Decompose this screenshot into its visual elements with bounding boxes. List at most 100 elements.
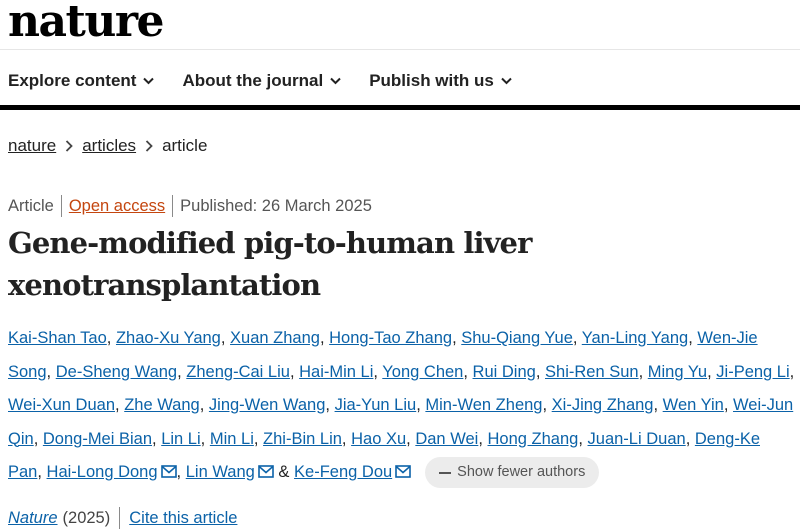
nav-item-label: Publish with us bbox=[369, 71, 494, 90]
author-link[interactable]: Shi-Ren Sun bbox=[545, 363, 639, 381]
published-date: Published: 26 March 2025 bbox=[180, 196, 372, 215]
author-separator: , bbox=[723, 396, 729, 414]
author-separator: , bbox=[373, 362, 378, 381]
nav-publish-with-us[interactable]: Publish with us bbox=[369, 71, 512, 91]
author-list: Kai-Shan Tao, Zhao-Xu Yang, Xuan Zhang, … bbox=[8, 322, 798, 491]
author-separator: , bbox=[406, 429, 411, 448]
author-link[interactable]: Hai-Long Dong bbox=[47, 463, 158, 481]
author-separator: , bbox=[478, 429, 483, 448]
article-title: Gene-modified pig-to-human liver xenotra… bbox=[8, 226, 532, 302]
author-separator: , bbox=[341, 429, 347, 448]
author-link[interactable]: Zhi-Bin Lin bbox=[263, 430, 342, 448]
author-link[interactable]: Ke-Feng Dou bbox=[294, 463, 392, 481]
envelope-icon[interactable] bbox=[160, 457, 177, 491]
chevron-down-icon bbox=[143, 77, 155, 85]
nav-explore-content[interactable]: Explore content bbox=[8, 71, 155, 91]
author-separator: , bbox=[33, 429, 39, 448]
author-separator: , bbox=[220, 329, 226, 347]
chevron-down-icon bbox=[501, 77, 512, 85]
show-fewer-label: Show fewer authors bbox=[457, 463, 586, 480]
author-link[interactable]: Kai-Shan Tao bbox=[8, 329, 107, 347]
breadcrumb-link-nature[interactable]: nature bbox=[8, 136, 56, 156]
show-fewer-authors-button[interactable]: Show fewer authors bbox=[425, 457, 600, 489]
breadcrumb-current: article bbox=[162, 136, 208, 155]
author-separator: , bbox=[152, 429, 157, 448]
author-separator: , bbox=[319, 329, 325, 347]
author-link[interactable]: Jing-Wen Wang bbox=[209, 396, 325, 414]
citation-divider bbox=[119, 507, 121, 529]
citation-bar: Nature (2025) Cite this article bbox=[8, 507, 237, 529]
cite-this-article-link[interactable]: Cite this article bbox=[129, 509, 237, 528]
author-link[interactable]: Zhe Wang bbox=[124, 396, 200, 414]
breadcrumb-link-articles[interactable]: articles bbox=[82, 136, 136, 156]
nature-logo[interactable]: nature bbox=[8, 0, 165, 50]
author-link[interactable]: Ji-Peng Li bbox=[716, 363, 789, 381]
author-link[interactable]: Jia-Yun Liu bbox=[335, 396, 417, 414]
author-separator: , bbox=[653, 396, 659, 414]
chevron-right-icon bbox=[65, 140, 73, 152]
author-separator: , bbox=[176, 463, 182, 481]
author-link[interactable]: Wen Yin bbox=[663, 396, 724, 414]
author-separator: , bbox=[200, 429, 206, 448]
author-separator: , bbox=[685, 429, 691, 448]
author-link[interactable]: Xuan Zhang bbox=[230, 329, 320, 347]
author-link[interactable]: Lin Li bbox=[161, 430, 200, 448]
open-access-link[interactable]: Open access bbox=[69, 197, 165, 216]
author-separator: , bbox=[37, 463, 42, 481]
citation-year: (2025) bbox=[62, 508, 111, 527]
author-separator: , bbox=[463, 362, 468, 381]
author-separator: , bbox=[325, 396, 330, 414]
author-link[interactable]: Lin Wang bbox=[186, 463, 255, 481]
author-link[interactable]: Shu-Qiang Yue bbox=[461, 329, 573, 347]
author-link[interactable]: Ming Yu bbox=[648, 363, 707, 381]
author-separator: , bbox=[416, 396, 421, 414]
author-separator: , bbox=[115, 396, 120, 414]
header-divider bbox=[0, 49, 800, 50]
author-link[interactable]: Hai-Min Li bbox=[299, 363, 373, 381]
author-separator: , bbox=[46, 362, 52, 381]
author-link[interactable]: Dong-Mei Bian bbox=[43, 430, 152, 448]
envelope-icon[interactable] bbox=[395, 457, 411, 491]
author-link[interactable]: Hao Xu bbox=[351, 430, 406, 448]
author-ampersand: & bbox=[278, 463, 290, 481]
author-separator: , bbox=[572, 329, 578, 347]
author-link[interactable]: Dan Wei bbox=[415, 430, 478, 448]
author-link[interactable]: Zhao-Xu Yang bbox=[116, 329, 221, 347]
nav-item-label: About the journal bbox=[182, 71, 324, 90]
article-type: Article bbox=[8, 196, 54, 215]
author-link[interactable]: De-Sheng Wang bbox=[56, 363, 177, 381]
author-separator: , bbox=[707, 362, 712, 381]
author-separator: , bbox=[542, 396, 548, 414]
chevron-right-icon bbox=[145, 140, 153, 152]
meta-divider bbox=[172, 195, 174, 217]
nav-bottom-bar bbox=[0, 105, 800, 110]
author-link[interactable]: Hong-Tao Zhang bbox=[329, 329, 452, 347]
author-link[interactable]: Juan-Li Duan bbox=[588, 430, 686, 448]
author-separator: , bbox=[199, 396, 205, 414]
author-link[interactable]: Rui Ding bbox=[473, 363, 536, 381]
author-separator: , bbox=[789, 362, 795, 381]
author-link[interactable]: Zheng-Cai Liu bbox=[186, 363, 290, 381]
author-link[interactable]: Yan-Ling Yang bbox=[582, 329, 688, 347]
minus-icon bbox=[439, 471, 452, 474]
chevron-down-icon bbox=[330, 77, 341, 85]
author-link[interactable]: Yong Chen bbox=[382, 363, 463, 381]
author-separator: , bbox=[106, 329, 112, 347]
envelope-icon[interactable] bbox=[258, 457, 274, 491]
author-separator: , bbox=[452, 329, 457, 347]
author-separator: , bbox=[289, 362, 295, 381]
author-link[interactable]: Hong Zhang bbox=[488, 430, 579, 448]
nav-about-journal[interactable]: About the journal bbox=[182, 71, 341, 91]
author-link[interactable]: Wei-Xun Duan bbox=[8, 396, 115, 414]
author-separator: , bbox=[253, 429, 259, 448]
author-link[interactable]: Xi-Jing Zhang bbox=[552, 396, 654, 414]
author-link[interactable]: Min Li bbox=[210, 430, 254, 448]
author-link[interactable]: Min-Wen Zheng bbox=[425, 396, 542, 414]
author-separator: , bbox=[578, 429, 583, 448]
main-nav: Explore content About the journal Publis… bbox=[0, 66, 532, 96]
nav-item-label: Explore content bbox=[8, 71, 137, 90]
breadcrumb: nature articles article bbox=[8, 136, 207, 156]
journal-link[interactable]: Nature bbox=[8, 509, 58, 528]
author-separator: , bbox=[638, 362, 644, 381]
author-separator: , bbox=[177, 362, 182, 381]
